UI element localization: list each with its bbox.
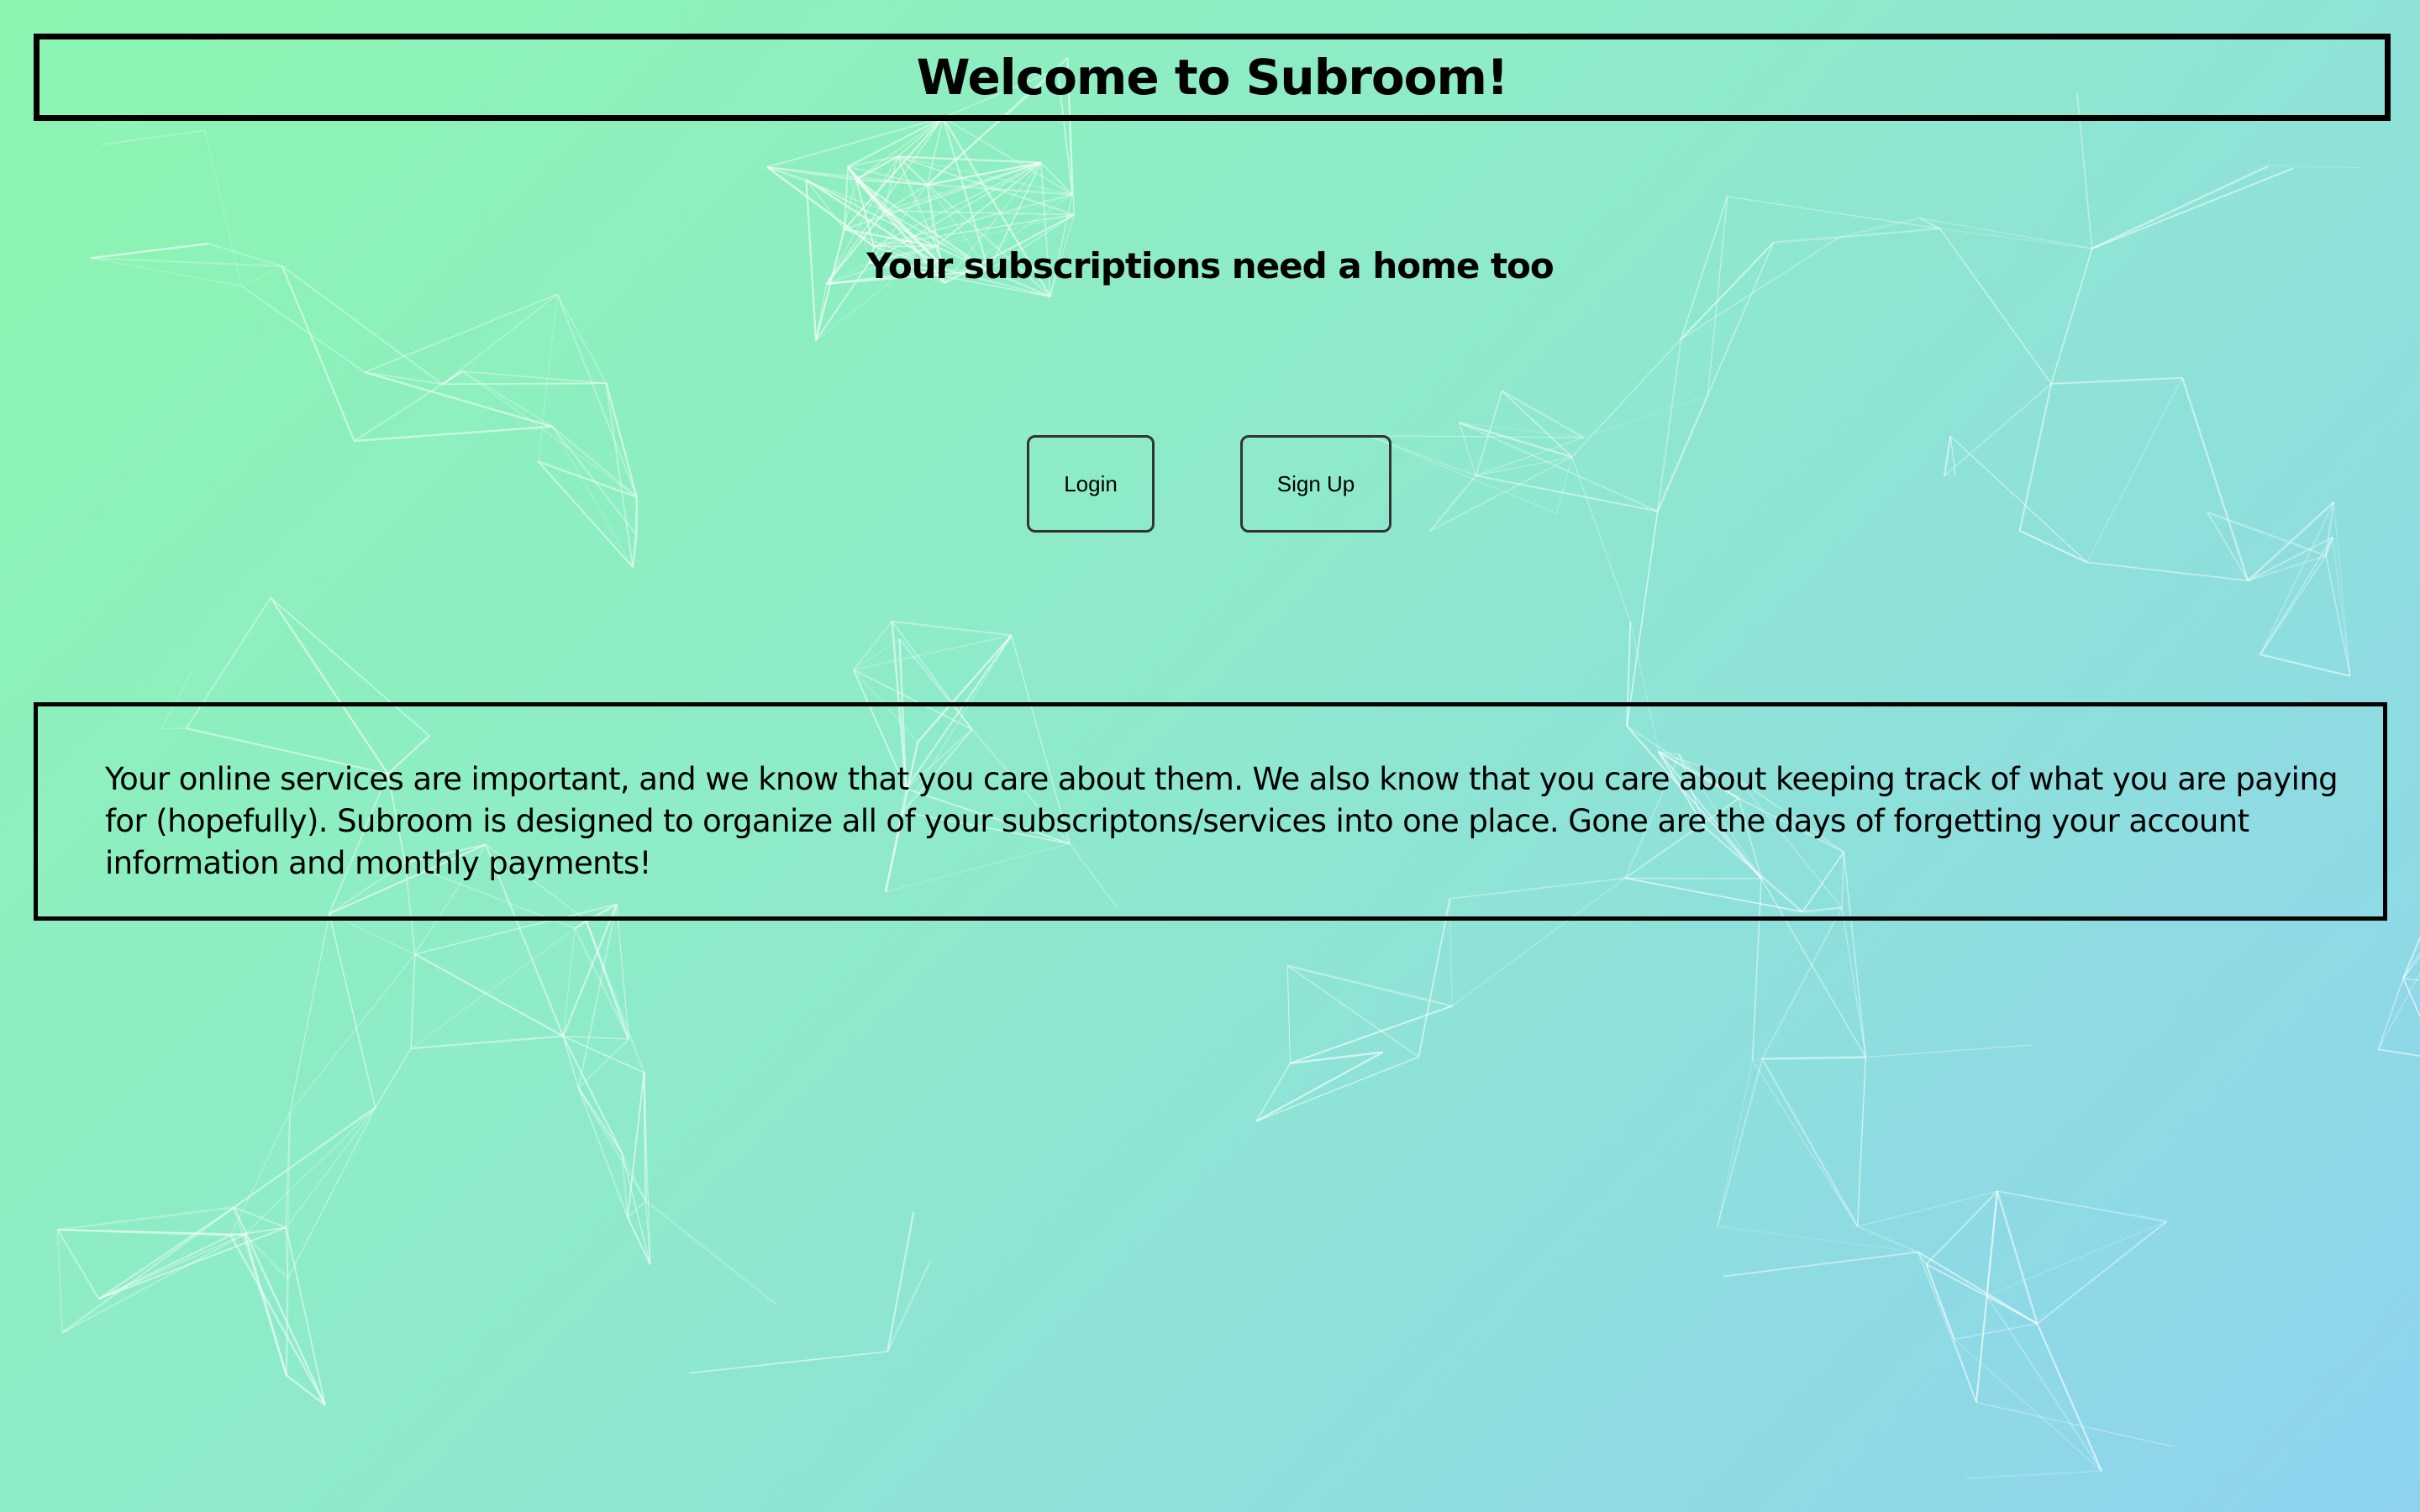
- header-banner: Welcome to Subroom!: [34, 34, 2391, 121]
- tagline: Your subscriptions need a home too: [866, 245, 1554, 286]
- about-section: Your online services are important, and …: [34, 702, 2387, 921]
- page-title: Welcome to Subroom!: [916, 49, 1509, 106]
- login-button[interactable]: Login: [1027, 435, 1155, 533]
- about-text: Your online services are important, and …: [105, 761, 2338, 881]
- landing-page: Welcome to Subroom! Your subscriptions n…: [0, 0, 2420, 1512]
- signup-button[interactable]: Sign Up: [1240, 435, 1392, 533]
